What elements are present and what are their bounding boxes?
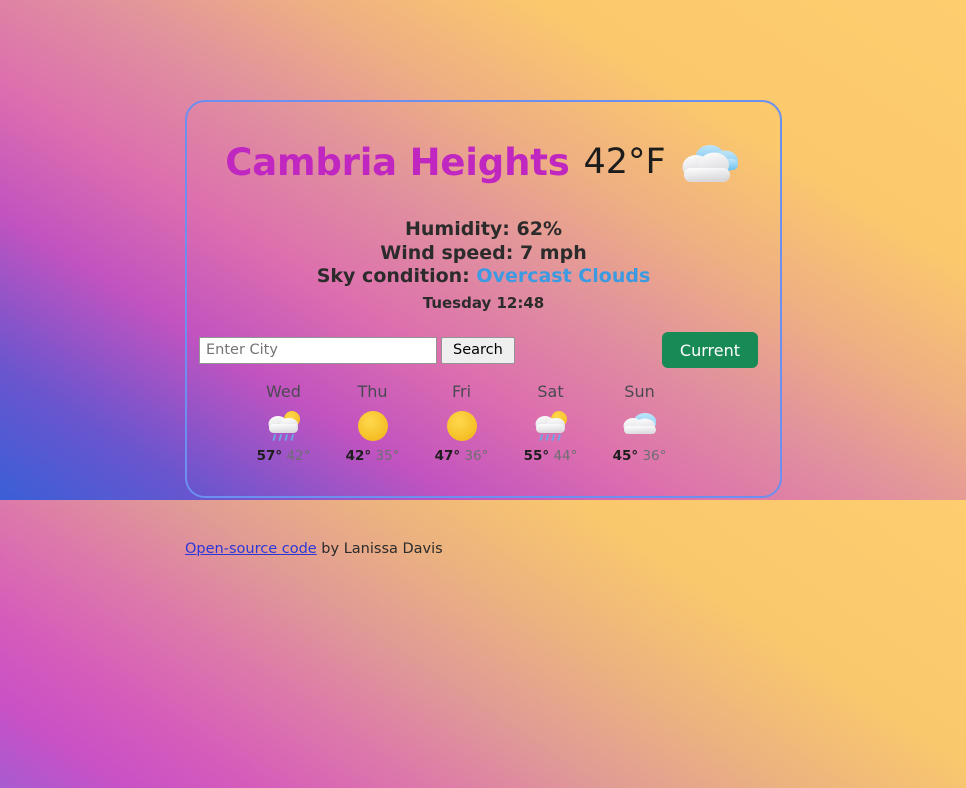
forecast-high: 55°: [523, 448, 550, 464]
forecast-day-sat: Sat 55° 44°: [506, 382, 595, 465]
wind-speed-line: Wind speed: 7 mph: [380, 241, 587, 264]
forecast-temps: 55° 44°: [506, 448, 595, 465]
forecast-low: 42°: [286, 448, 311, 464]
forecast-day-label: Wed: [266, 382, 301, 401]
sky-condition-label: Sky condition:: [316, 265, 470, 287]
background-bottom-band: [0, 500, 966, 788]
forecast-day-fri: Fri 47° 36°: [417, 382, 506, 465]
forecast-day-label: Thu: [357, 382, 388, 401]
open-source-code-link[interactable]: Open-source code: [185, 541, 317, 557]
humidity-line: Humidity: 62%: [404, 218, 562, 240]
weather-header: Cambria Heights 42°F: [187, 136, 780, 188]
current-location-button[interactable]: Current: [661, 332, 758, 368]
forecast-day-thu: Thu 42° 35°: [328, 382, 417, 465]
sky-condition-line: Sky condition: Overcast Clouds: [187, 265, 780, 289]
forecast-low: 44°: [553, 448, 578, 464]
forecast-day-wed: Wed 57° 42°: [239, 382, 328, 465]
forecast-row: Wed 57° 42° Thu 42° 35° Fri 47° 36° Sat 55° 44°…: [239, 382, 879, 465]
sun-behind-rain-cloud-icon: [529, 408, 573, 444]
forecast-day-label: Sat: [537, 382, 564, 401]
cloud-icon: [618, 408, 662, 444]
current-temperature: 42°F: [583, 142, 666, 182]
forecast-high: 45°: [612, 448, 639, 464]
search-input[interactable]: [199, 336, 437, 364]
sky-condition-value: Overcast Clouds: [476, 265, 651, 287]
forecast-high: 42°: [345, 448, 372, 464]
forecast-high: 47°: [434, 448, 461, 464]
weather-card: Cambria Heights 42°F Humidity: 62% Wind …: [185, 100, 782, 498]
forecast-temps: 57° 42°: [239, 448, 328, 465]
forecast-day-label: Fri: [451, 382, 472, 401]
current-datetime: Tuesday 12:48: [422, 293, 545, 312]
weather-details: Humidity: 62% Wind speed: 7 mph Sky cond…: [187, 218, 780, 312]
footer: Open-source code by Lanissa Davis: [185, 541, 443, 557]
overcast-clouds-icon: [680, 138, 742, 190]
city-name: Cambria Heights: [225, 140, 570, 184]
search-controls: Search Current: [199, 332, 768, 368]
forecast-temps: 42° 35°: [328, 448, 417, 465]
search-button[interactable]: Search: [441, 336, 515, 364]
forecast-temps: 47° 36°: [417, 448, 506, 465]
forecast-high: 57°: [256, 448, 283, 464]
forecast-low: 35°: [375, 448, 400, 464]
forecast-day-sun: Sun 45° 36°: [595, 382, 684, 465]
footer-author: by Lanissa Davis: [316, 541, 443, 557]
sun-icon: [440, 408, 484, 444]
sun-behind-rain-cloud-icon: [262, 408, 306, 444]
sun-icon: [351, 408, 395, 444]
forecast-day-label: Sun: [624, 382, 655, 401]
forecast-low: 36°: [464, 448, 489, 464]
forecast-low: 36°: [642, 448, 667, 464]
forecast-temps: 45° 36°: [595, 448, 684, 465]
